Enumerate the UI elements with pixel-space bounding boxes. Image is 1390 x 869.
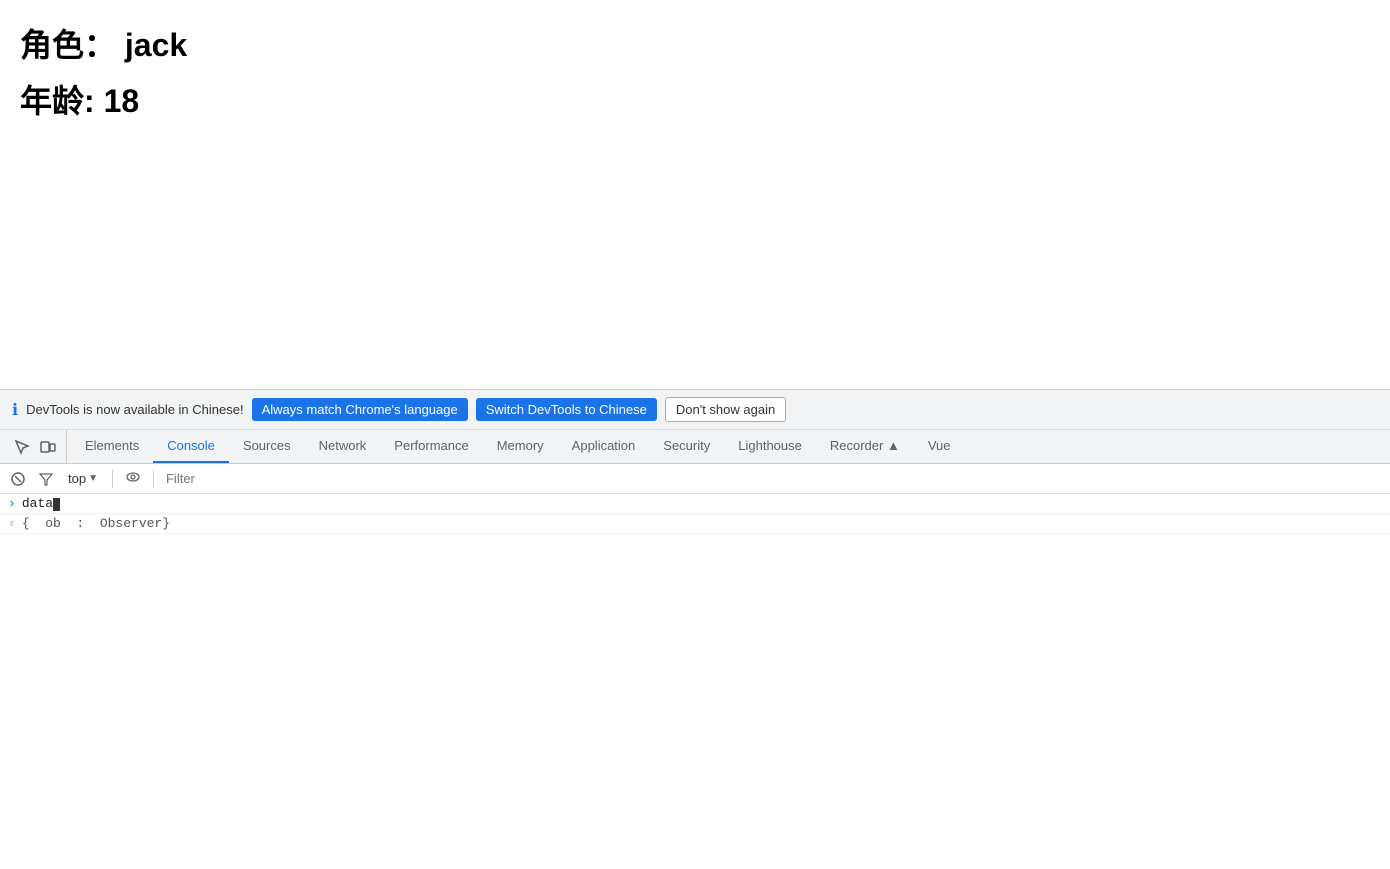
toolbar-divider-2 xyxy=(153,470,154,488)
tab-network[interactable]: Network xyxy=(305,430,381,463)
age-line: 年龄: 18 xyxy=(20,76,1370,122)
always-match-button[interactable]: Always match Chrome's language xyxy=(252,398,468,421)
tab-security-label: Security xyxy=(663,438,710,453)
console-toolbar: top ▼ xyxy=(0,464,1390,494)
top-frame-selector[interactable]: top ▼ xyxy=(62,469,104,488)
top-frame-label: top xyxy=(68,471,86,486)
console-output-text: { ob : Observer} xyxy=(22,516,170,531)
toolbar-divider xyxy=(112,470,113,488)
devtools-banner: ℹ DevTools is now available in Chinese! … xyxy=(0,390,1390,430)
dont-show-again-button[interactable]: Don't show again xyxy=(665,397,786,422)
tab-recorder-label: Recorder ▲ xyxy=(830,438,900,453)
tab-console[interactable]: Console xyxy=(153,430,229,463)
cursor-blink xyxy=(53,498,60,511)
tab-network-label: Network xyxy=(319,438,367,453)
top-frame-arrow: ▼ xyxy=(88,473,98,484)
console-prompt-arrow: › xyxy=(8,496,16,511)
console-output-line: ‹ { ob : Observer} xyxy=(0,514,1390,534)
tab-icon-group xyxy=(4,430,67,463)
tab-recorder[interactable]: Recorder ▲ xyxy=(816,430,914,463)
tab-memory-label: Memory xyxy=(497,438,544,453)
eye-icon[interactable] xyxy=(121,467,145,491)
banner-text: DevTools is now available in Chinese! xyxy=(26,402,244,417)
console-input-line: › data xyxy=(0,494,1390,514)
filter-input[interactable] xyxy=(162,469,1384,488)
age-label: 年龄: xyxy=(20,83,95,119)
tab-performance[interactable]: Performance xyxy=(380,430,482,463)
tab-sources[interactable]: Sources xyxy=(229,430,305,463)
tab-vue-label: Vue xyxy=(928,438,951,453)
role-value: jack xyxy=(125,27,187,63)
clear-console-icon[interactable] xyxy=(6,469,30,489)
console-output: › data ‹ { ob : Observer} xyxy=(0,494,1390,869)
inspect-element-icon[interactable] xyxy=(10,437,34,457)
devtools-tabs: Elements Console Sources Network Perform… xyxy=(0,430,1390,464)
tab-sources-label: Sources xyxy=(243,438,291,453)
console-input-text: data xyxy=(22,496,60,511)
tab-elements-label: Elements xyxy=(85,438,139,453)
tab-console-label: Console xyxy=(167,438,215,453)
role-label: 角色： xyxy=(20,27,116,63)
tab-lighthouse-label: Lighthouse xyxy=(738,438,802,453)
tab-security[interactable]: Security xyxy=(649,430,724,463)
filter-icon[interactable] xyxy=(34,469,58,489)
tab-application-label: Application xyxy=(572,438,636,453)
tab-performance-label: Performance xyxy=(394,438,468,453)
switch-devtools-button[interactable]: Switch DevTools to Chinese xyxy=(476,398,657,421)
devtools-panel: ℹ DevTools is now available in Chinese! … xyxy=(0,389,1390,869)
page-content: 角色： jack 年龄: 18 xyxy=(0,0,1390,390)
role-line: 角色： jack xyxy=(20,20,1370,66)
tab-elements[interactable]: Elements xyxy=(71,430,153,463)
tab-lighthouse[interactable]: Lighthouse xyxy=(724,430,816,463)
console-output-arrow: ‹ xyxy=(8,516,16,531)
info-icon: ℹ xyxy=(12,400,18,420)
tab-vue[interactable]: Vue xyxy=(914,430,965,463)
age-value: 18 xyxy=(104,83,140,119)
tab-application[interactable]: Application xyxy=(558,430,650,463)
tab-memory[interactable]: Memory xyxy=(483,430,558,463)
device-toolbar-icon[interactable] xyxy=(36,437,60,457)
